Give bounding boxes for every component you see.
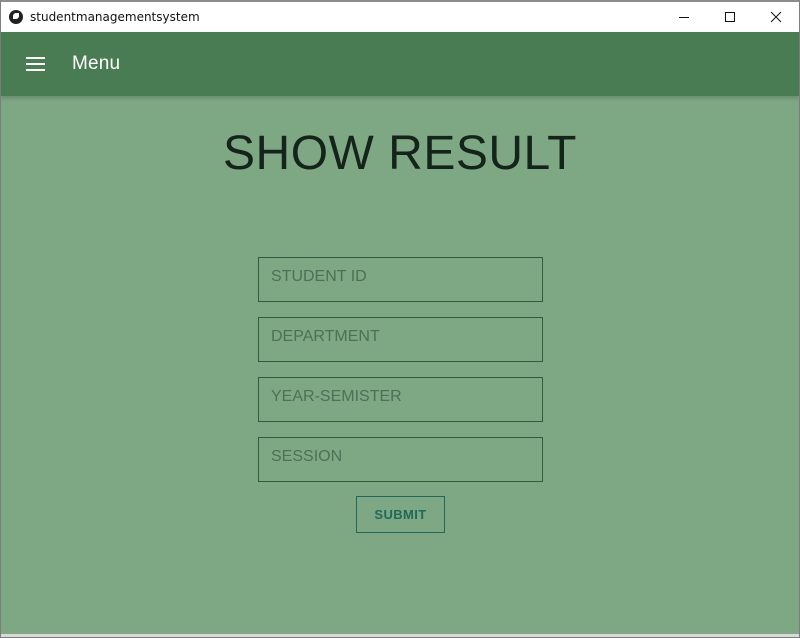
hamburger-menu-icon[interactable] — [26, 55, 48, 73]
window-bottom-edge — [1, 634, 799, 637]
student-id-field-box — [258, 257, 543, 302]
minimize-icon — [679, 17, 689, 18]
toolbar-title: Menu — [72, 53, 121, 74]
year-semister-input[interactable] — [259, 378, 542, 421]
maximize-icon — [725, 12, 735, 22]
maximize-button[interactable] — [707, 2, 753, 32]
app-toolbar: Menu — [1, 32, 799, 96]
student-id-input[interactable] — [259, 258, 542, 301]
menu-bar-line — [26, 63, 45, 65]
year-semister-field-box — [258, 377, 543, 422]
department-field-box — [258, 317, 543, 362]
minimize-button[interactable] — [661, 2, 707, 32]
department-input[interactable] — [259, 318, 542, 361]
app-icon — [9, 10, 23, 24]
page-title: SHOW RESULT — [223, 127, 577, 180]
close-button[interactable] — [753, 2, 799, 32]
session-input[interactable] — [259, 438, 542, 481]
window-controls — [661, 2, 799, 32]
app-window: studentmanagementsystem Menu SHOW RESULT… — [0, 0, 800, 638]
window-title: studentmanagementsystem — [30, 10, 200, 24]
menu-bar-line — [26, 69, 45, 71]
close-icon — [770, 11, 782, 23]
window-titlebar[interactable]: studentmanagementsystem — [1, 2, 799, 32]
submit-button[interactable]: SUBMIT — [356, 496, 445, 533]
session-field-box — [258, 437, 543, 482]
menu-bar-line — [26, 57, 45, 59]
